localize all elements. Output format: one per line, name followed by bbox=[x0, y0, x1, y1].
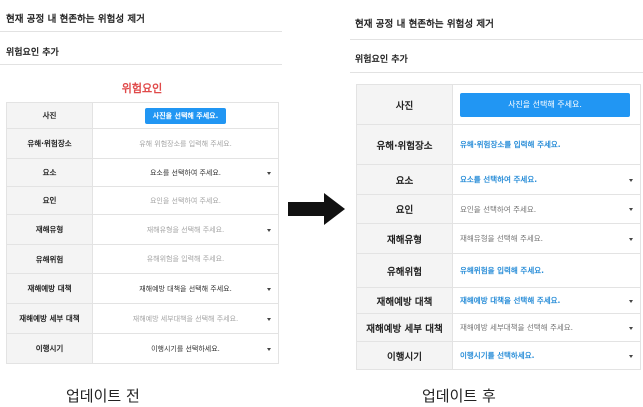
row-value: 사진을 선택해 주세요. bbox=[92, 102, 279, 129]
select-value: 재해유형을 선택해 주세요. bbox=[460, 234, 544, 243]
form-row-implementation: 이행시기 이행시기를 선택하세요. bbox=[356, 341, 641, 370]
row-label: 요인 bbox=[6, 186, 93, 215]
hazard-form: 사진 사진을 선택해 주세요. 유해·위험장소 유해·위험장소를 입력해 주세요… bbox=[356, 84, 641, 370]
subheader: 위험요인 추가 bbox=[6, 48, 59, 58]
header-title: 현재 공정 내 현존하는 위험성 제거 bbox=[355, 19, 494, 30]
hazard-form: 사진 사진을 선택해 주세요. 유해·위험장소 유해 위험장소를 입력해 주세요… bbox=[6, 102, 279, 364]
select-photo-button[interactable]: 사진을 선택해 주세요. bbox=[144, 107, 227, 124]
row-label: 재해예방 세부 대책 bbox=[6, 303, 93, 334]
form-row-element: 요소 요소를 선택하여 주세요. bbox=[6, 158, 279, 187]
implementation-select[interactable]: 이행시기를 선택하세요. bbox=[452, 341, 641, 370]
row-label: 재해예방 대책 bbox=[6, 273, 93, 304]
prevention-select[interactable]: 재해예방 대책을 선택해 주세요. bbox=[452, 287, 641, 314]
form-row-element: 요소 요소를 선택하여 주세요. bbox=[356, 164, 641, 195]
caret-down-icon bbox=[629, 326, 633, 330]
hazard-risk-input[interactable]: 유해위험을 입력해 주세요. bbox=[452, 253, 641, 288]
caret-down-icon bbox=[267, 347, 271, 351]
select-value: 재해예방 세부대책을 선택해 주세요. bbox=[460, 323, 574, 332]
row-value[interactable]: 유해 위험장소를 입력해 주세요. bbox=[92, 128, 279, 159]
implementation-select[interactable]: 이행시기를 선택하세요. bbox=[92, 333, 279, 364]
placeholder-text: 유해위험을 입력해 주세요. bbox=[146, 255, 225, 263]
form-row-factor: 요인 요인을 선택하여 주세요. bbox=[356, 194, 641, 224]
section-title: 위험요인 bbox=[121, 82, 163, 95]
caret-down-icon bbox=[267, 317, 271, 321]
select-value: 요인을 선택하여 주세요. bbox=[460, 204, 537, 214]
element-select[interactable]: 요소를 선택하여 주세요. bbox=[92, 158, 279, 187]
hazard-location-input[interactable]: 유해 위험장소를 입력해 주세요. bbox=[139, 140, 232, 148]
hazard-location-input[interactable]: 유해·위험장소를 입력해 주세요. bbox=[452, 124, 641, 165]
select-value: 요소를 선택하여 주세요. bbox=[149, 168, 222, 177]
placeholder-text: 요인을 선택하여 주세요. bbox=[149, 196, 222, 205]
row-label: 유해·위험장소 bbox=[6, 128, 93, 159]
form-row-photo: 사진 사진을 선택해 주세요. bbox=[356, 84, 641, 125]
row-label: 요소 bbox=[356, 164, 453, 195]
row-label: 유해위험 bbox=[356, 253, 453, 288]
factor-select[interactable]: 요인을 선택하여 주세요. bbox=[452, 194, 641, 224]
caret-down-icon bbox=[629, 208, 633, 211]
select-value: 요소를 선택하여 주세요. bbox=[460, 175, 538, 184]
row-label: 사진 bbox=[356, 84, 453, 125]
select-value: 재해예방 세부대책을 선택해 주세요. bbox=[132, 314, 239, 323]
select-value: 이행시기를 선택하세요. bbox=[460, 351, 535, 360]
select-value: 재해예방 대책을 선택해 주세요. bbox=[460, 296, 561, 305]
row-label: 이행시기 bbox=[356, 341, 453, 370]
form-row-disaster-type: 재해유형 재해유형을 선택해 주세요. bbox=[356, 223, 641, 254]
form-row-prevention-detail: 재해예방 세부 대책 재해예방 세부대책을 선택해 주세요. bbox=[356, 313, 641, 342]
subheader: 위험요인 추가 bbox=[355, 55, 408, 65]
caret-down-icon bbox=[629, 178, 633, 182]
row-label: 유해위험 bbox=[6, 244, 93, 274]
hazard-risk-input[interactable]: 유해위험을 입력해 주세요. bbox=[92, 244, 279, 274]
header-title: 현재 공정 내 현존하는 위험성 제거 bbox=[6, 14, 145, 25]
form-row-prevention-detail: 재해예방 세부 대책 재해예방 세부대책을 선택해 주세요. bbox=[6, 303, 279, 334]
caption-before: 업데이트 전 bbox=[66, 387, 140, 405]
divider bbox=[350, 39, 643, 40]
row-label: 재해예방 대책 bbox=[356, 287, 453, 314]
caret-down-icon bbox=[267, 228, 271, 232]
form-row-factor: 요인 요인을 선택하여 주세요. bbox=[6, 186, 279, 215]
row-label: 요소 bbox=[6, 158, 93, 187]
row-label: 재해예방 세부 대책 bbox=[356, 313, 453, 342]
input-prompt: 유해위험을 입력해 주세요. bbox=[460, 266, 544, 275]
caret-down-icon bbox=[629, 237, 633, 241]
caret-down-icon bbox=[267, 287, 271, 291]
disaster-type-select[interactable]: 재해유형을 선택해 주세요. bbox=[452, 223, 641, 254]
divider bbox=[0, 31, 282, 32]
row-label: 이행시기 bbox=[6, 333, 93, 364]
caret-down-icon bbox=[629, 299, 633, 303]
form-row-hazard-location: 유해·위험장소 유해 위험장소를 입력해 주세요. bbox=[6, 128, 279, 159]
prevention-select[interactable]: 재해예방 대책을 선택해 주세요. bbox=[92, 273, 279, 304]
divider bbox=[350, 72, 643, 73]
row-label: 재해유형 bbox=[6, 214, 93, 245]
form-row-prevention: 재해예방 대책 재해예방 대책을 선택해 주세요. bbox=[356, 287, 641, 314]
caption-after: 업데이트 후 bbox=[422, 387, 496, 405]
form-row-disaster-type: 재해유형 재해유형을 선택해 주세요. bbox=[6, 214, 279, 245]
row-label: 유해·위험장소 bbox=[356, 124, 453, 165]
input-prompt: 유해·위험장소를 입력해 주세요. bbox=[460, 140, 561, 149]
factor-input[interactable]: 요인을 선택하여 주세요. bbox=[92, 186, 279, 215]
form-row-hazard-risk: 유해위험 유해위험을 입력해 주세요. bbox=[6, 244, 279, 274]
divider bbox=[0, 64, 282, 65]
select-value: 이행시기를 선택하세요. bbox=[151, 344, 220, 353]
form-row-hazard-risk: 유해위험 유해위험을 입력해 주세요. bbox=[356, 253, 641, 288]
row-label: 재해유형 bbox=[356, 223, 453, 254]
caret-down-icon bbox=[267, 171, 271, 175]
prevention-detail-select[interactable]: 재해예방 세부대책을 선택해 주세요. bbox=[92, 303, 279, 334]
element-select[interactable]: 요소를 선택하여 주세요. bbox=[452, 164, 641, 195]
form-row-prevention: 재해예방 대책 재해예방 대책을 선택해 주세요. bbox=[6, 273, 279, 304]
form-row-photo: 사진 사진을 선택해 주세요. bbox=[6, 102, 279, 129]
row-value: 사진을 선택해 주세요. bbox=[452, 84, 641, 125]
form-row-implementation: 이행시기 이행시기를 선택하세요. bbox=[6, 333, 279, 364]
prevention-detail-select[interactable]: 재해예방 세부대책을 선택해 주세요. bbox=[452, 313, 641, 342]
caret-down-icon bbox=[629, 354, 633, 358]
select-photo-button[interactable]: 사진을 선택해 주세요. bbox=[460, 92, 630, 117]
form-row-hazard-location: 유해·위험장소 유해·위험장소를 입력해 주세요. bbox=[356, 124, 641, 165]
row-label: 요인 bbox=[356, 194, 453, 224]
row-label: 사진 bbox=[6, 102, 93, 129]
select-value: 재해유형을 선택해 주세요. bbox=[146, 225, 225, 234]
right-arrow-icon bbox=[288, 193, 345, 225]
select-value: 재해예방 대책을 선택해 주세요. bbox=[139, 284, 232, 293]
disaster-type-select[interactable]: 재해유형을 선택해 주세요. bbox=[92, 214, 279, 245]
